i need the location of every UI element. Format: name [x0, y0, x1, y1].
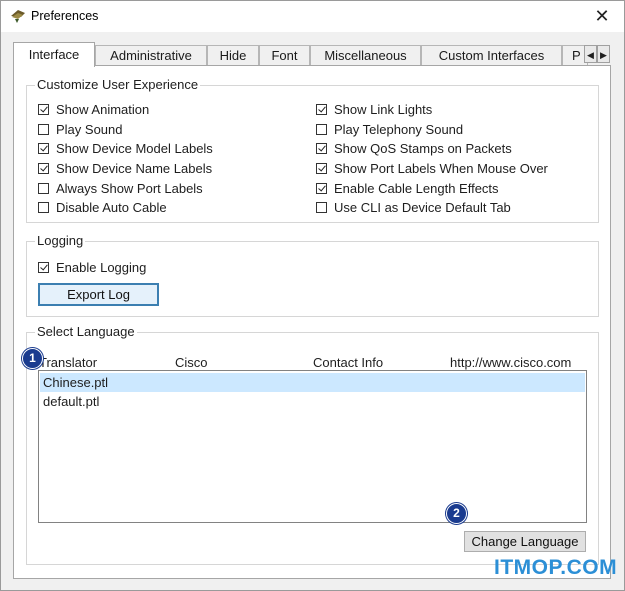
export-log-button[interactable]: Export Log [38, 283, 159, 306]
translator-label: Translator [39, 355, 98, 370]
tab-strip: Interface Administrative Hide Font Misce… [13, 42, 611, 67]
tab-custom-interfaces[interactable]: Custom Interfaces [421, 45, 562, 65]
close-icon[interactable]: ✕ [580, 1, 624, 32]
checkbox-label: Play Telephony Sound [334, 122, 464, 137]
tab-miscellaneous[interactable]: Miscellaneous [310, 45, 421, 65]
window-title: Preferences [31, 9, 99, 23]
checkbox-label: Enable Logging [56, 260, 147, 275]
checkbox-label: Use CLI as Device Default Tab [334, 200, 511, 215]
checkbox-label: Show Port Labels When Mouse Over [334, 161, 548, 176]
tab-interface[interactable]: Interface [13, 42, 95, 67]
checkbox-label: Show Link Lights [334, 102, 433, 117]
tab-font[interactable]: Font [259, 45, 310, 65]
checkbox-box[interactable] [38, 183, 49, 194]
watermark-logo: ITMOP.COM [494, 556, 618, 579]
checkbox-box[interactable] [316, 202, 327, 213]
checkbox-label: Show QoS Stamps on Packets [334, 141, 512, 156]
checkbox-label: Enable Cable Length Effects [334, 181, 499, 196]
checkbox-box[interactable] [38, 104, 49, 115]
list-item[interactable]: Chinese.ptl [40, 373, 585, 392]
checkbox-label: Disable Auto Cable [56, 200, 167, 215]
checkbox-label: Show Device Name Labels [56, 161, 213, 176]
contact-info-label: Contact Info [313, 355, 384, 370]
change-language-button[interactable]: Change Language [464, 531, 586, 552]
checkbox-box[interactable] [316, 163, 327, 174]
title-bar[interactable]: Preferences ✕ [1, 1, 624, 32]
app-icon [11, 10, 25, 23]
checkbox-box[interactable] [316, 124, 327, 135]
company-label: Cisco [175, 355, 208, 370]
language-group-title: Select Language [35, 324, 137, 339]
checkbox-label: Show Animation [56, 102, 150, 117]
checkbox-box[interactable] [38, 202, 49, 213]
tab-scroll-right-icon[interactable]: ▶ [597, 45, 610, 63]
checkbox-box[interactable] [316, 104, 327, 115]
list-item[interactable]: default.ptl [40, 392, 585, 411]
checkbox-box[interactable] [316, 183, 327, 194]
annotation-badge-1: 1 [22, 348, 43, 369]
annotation-badge-2: 2 [446, 503, 467, 524]
preferences-window: Preferences ✕ Interface Administrative H… [0, 0, 625, 591]
logging-group-title: Logging [35, 233, 86, 248]
customize-group-title: Customize User Experience [35, 77, 201, 92]
website-label: http://www.cisco.com [450, 355, 572, 370]
checkbox-label: Show Device Model Labels [56, 141, 213, 156]
checkbox-box[interactable] [38, 163, 49, 174]
checkbox-box[interactable] [38, 143, 49, 154]
language-list[interactable]: Chinese.ptl default.ptl [38, 370, 587, 523]
tab-hide[interactable]: Hide [207, 45, 259, 65]
tab-administrative[interactable]: Administrative [95, 45, 207, 65]
tab-scroll-left-icon[interactable]: ◀ [584, 45, 597, 63]
checkbox-label: Always Show Port Labels [56, 181, 203, 196]
checkbox-box[interactable] [316, 143, 327, 154]
checkbox-box[interactable] [38, 124, 49, 135]
checkbox-box[interactable] [38, 262, 49, 273]
checkbox-label: Play Sound [56, 122, 123, 137]
